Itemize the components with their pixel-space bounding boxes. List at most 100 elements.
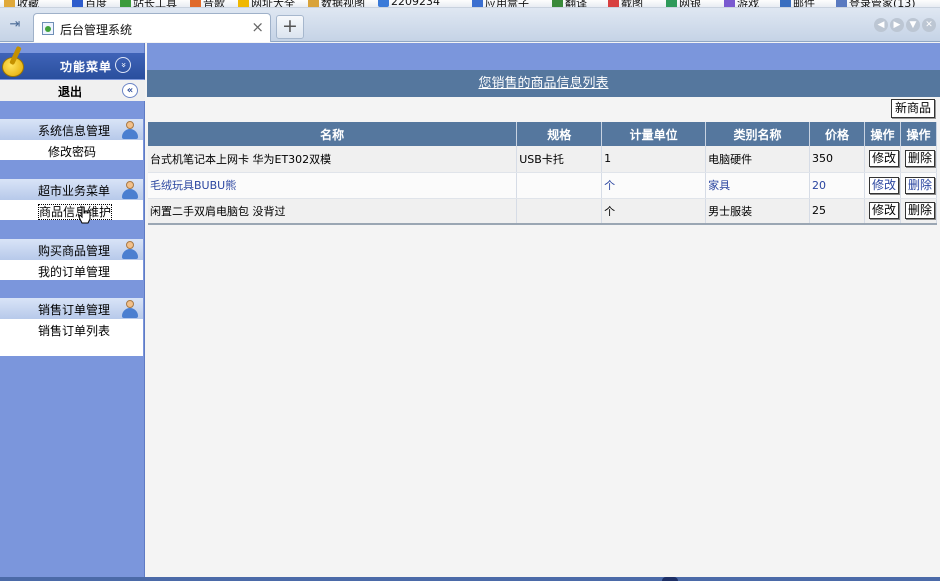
col-price: 价格 [809, 122, 865, 146]
function-menu-label: 功能菜单 [60, 60, 113, 74]
cell-price: 25 [809, 198, 865, 225]
bookmark-app-box[interactable]: 应用盒子 [472, 0, 529, 7]
main-top-band [147, 43, 940, 70]
sidebar: 功能菜单 » 退出 « 系统信息管理 修改密码 超市业务菜单 商品信息维护 购买… [0, 43, 145, 581]
translate-icon [552, 0, 563, 7]
cell-category: 电脑硬件 [705, 146, 811, 173]
page-title-bar: 您销售的商品信息列表 [147, 70, 940, 97]
page-icon [42, 22, 54, 35]
menu-group-title[interactable]: 购买商品管理 [0, 239, 143, 260]
bookmark-music[interactable]: 音歌 [190, 0, 225, 7]
cell-price: 350 [809, 146, 865, 173]
cell-delete: 删除 [900, 198, 938, 225]
scroll-handle[interactable] [662, 577, 678, 581]
baidu-icon [72, 0, 83, 7]
tools-icon [120, 0, 131, 7]
menu-group-system: 系统信息管理 修改密码 [0, 119, 143, 160]
col-name: 名称 [148, 122, 518, 146]
arrow-left-icon[interactable]: ◀ [874, 18, 888, 32]
menu-group-supermarket: 超市业务菜单 商品信息维护 [0, 179, 143, 220]
bookmark-login-manager[interactable]: 登录管家(13) [836, 0, 916, 7]
bank-icon [666, 0, 677, 7]
table-row: 毛绒玩具BUBU熊 个 家具 20 修改 删除 [148, 172, 938, 199]
chevron-double-left-icon[interactable]: « [122, 83, 138, 98]
product-table: 名称 规格 计量单位 类别名称 价格 操作 操作 台式机笔记本上网卡 华为ET3… [148, 122, 938, 225]
hand-cursor-icon [78, 206, 91, 224]
col-spec: 规格 [516, 122, 603, 146]
new-product-button[interactable]: 新商品 [891, 99, 935, 118]
menu-item-product-maintenance[interactable]: 商品信息维护 [0, 200, 143, 221]
menu-item-sales-order-list[interactable]: 销售订单列表 [0, 319, 143, 340]
bookmark-mail[interactable]: 邮件 [780, 0, 815, 7]
bookmark-games[interactable]: 游戏 [724, 0, 759, 7]
logout-row[interactable]: 退出 « [0, 80, 145, 101]
game-icon [724, 0, 735, 7]
status-bar [0, 577, 940, 581]
tab-title: 后台管理系统 [60, 23, 133, 37]
col-delete: 操作 [900, 122, 938, 146]
key-icon [836, 0, 847, 7]
close-icon[interactable]: × [251, 18, 264, 36]
cell-spec [516, 198, 603, 225]
cell-name: 毛绒玩具BUBU熊 [148, 172, 518, 199]
table-header-row: 名称 规格 计量单位 类别名称 价格 操作 操作 [148, 122, 938, 146]
bookmark-translate[interactable]: 翻译 [552, 0, 587, 7]
page-title[interactable]: 您销售的商品信息列表 [478, 76, 608, 91]
bookmarks-bar: 收藏 百度 站长工具 音歌 网址大全 数据视图 2209234 应用盒子 翻译 … [0, 0, 940, 8]
logout-link[interactable]: 退出 [58, 83, 82, 100]
cell-delete: 删除 [900, 172, 938, 199]
table-row: 台式机笔记本上网卡 华为ET302双模 USB卡托 1 电脑硬件 350 修改 … [148, 146, 938, 173]
delete-button[interactable]: 删除 [904, 176, 935, 194]
bookmark-favorites[interactable]: 收藏 [4, 0, 39, 7]
user-icon [120, 299, 139, 319]
cell-category: 男士服装 [705, 198, 811, 225]
cell-delete: 删除 [900, 146, 938, 173]
cell-edit: 修改 [864, 172, 901, 199]
app-box-icon [472, 0, 483, 7]
mail-icon [780, 0, 791, 7]
tab-admin-system[interactable]: 后台管理系统 × [33, 13, 271, 42]
cell-spec: USB卡托 [516, 146, 603, 173]
new-tab-button[interactable]: + [276, 15, 304, 39]
menu-group-title[interactable]: 超市业务菜单 [0, 179, 143, 200]
bookmark-qq[interactable]: 2209234 [378, 0, 440, 7]
menu-group-sales: 销售订单管理 销售订单列表 [0, 298, 143, 356]
bookmark-data-view[interactable]: 数据视图 [308, 0, 365, 7]
bookmark-webmaster-tools[interactable]: 站长工具 [120, 0, 177, 7]
menu-group-title[interactable]: 销售订单管理 [0, 298, 143, 319]
cell-edit: 修改 [864, 198, 901, 225]
delete-button[interactable]: 删除 [904, 150, 935, 168]
star-icon [4, 0, 15, 7]
delete-button[interactable]: 删除 [904, 202, 935, 220]
chevron-double-down-icon[interactable]: » [115, 57, 131, 73]
chevron-down-icon[interactable]: ▼ [906, 18, 920, 32]
sidebar-toggle-icon[interactable]: ⇥ [5, 17, 25, 33]
bookmark-baidu[interactable]: 百度 [72, 0, 107, 7]
close-circle-icon[interactable]: ✕ [922, 18, 936, 32]
menu-group-title[interactable]: 系统信息管理 [0, 119, 143, 140]
bookmark-site-directory[interactable]: 网址大全 [238, 0, 295, 7]
scissors-icon [608, 0, 619, 7]
cell-unit: 1 [601, 146, 707, 173]
music-icon [190, 0, 201, 7]
edit-button[interactable]: 修改 [868, 202, 899, 220]
cell-unit: 个 [601, 198, 707, 225]
tab-nav-controls: ◀ ▶ ▼ ✕ [874, 18, 936, 32]
menu-item-my-orders[interactable]: 我的订单管理 [0, 260, 143, 281]
cell-price: 20 [809, 172, 865, 199]
folder-icon [308, 0, 319, 7]
menu-item-change-password[interactable]: 修改密码 [0, 140, 143, 161]
cell-spec [516, 172, 603, 199]
bookmark-bank[interactable]: 网银 [666, 0, 701, 7]
user-icon [120, 120, 139, 140]
col-category: 类别名称 [705, 122, 811, 146]
col-edit: 操作 [864, 122, 901, 146]
user-icon [120, 180, 139, 200]
bookmark-screenshot[interactable]: 截图 [608, 0, 643, 7]
edit-button[interactable]: 修改 [868, 150, 899, 168]
arrow-right-icon[interactable]: ▶ [890, 18, 904, 32]
table-row: 闲置二手双肩电脑包 没背过 个 男士服装 25 修改 删除 [148, 198, 938, 225]
qq-icon [378, 0, 389, 7]
col-unit: 计量单位 [601, 122, 707, 146]
edit-button[interactable]: 修改 [868, 176, 899, 194]
